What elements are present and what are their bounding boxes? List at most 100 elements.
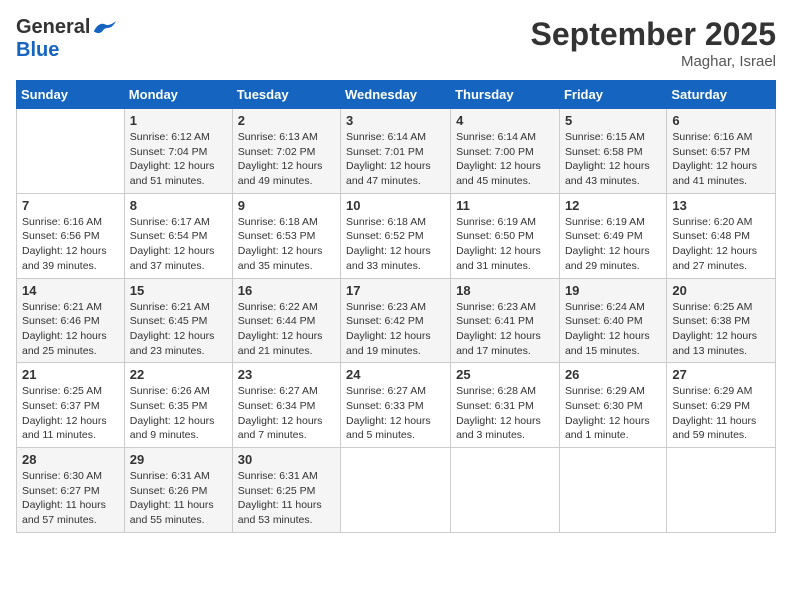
day-info: Sunrise: 6:16 AM Sunset: 6:56 PM Dayligh… [22,215,119,274]
day-info: Sunrise: 6:21 AM Sunset: 6:46 PM Dayligh… [22,300,119,359]
day-info: Sunrise: 6:30 AM Sunset: 6:27 PM Dayligh… [22,469,119,528]
day-number: 2 [238,113,335,128]
day-number: 24 [346,367,445,382]
day-number: 3 [346,113,445,128]
day-cell: 12 Sunrise: 6:19 AM Sunset: 6:49 PM Dayli… [559,193,666,278]
day-info: Sunrise: 6:18 AM Sunset: 6:53 PM Dayligh… [238,215,335,274]
day-info: Sunrise: 6:25 AM Sunset: 6:38 PM Dayligh… [672,300,770,359]
day-cell: 4 Sunrise: 6:14 AM Sunset: 7:00 PM Daylig… [451,109,560,194]
location: Maghar, Israel [531,53,776,70]
day-number: 5 [565,113,661,128]
day-number: 13 [672,198,770,213]
day-number: 12 [565,198,661,213]
day-info: Sunrise: 6:29 AM Sunset: 6:29 PM Dayligh… [672,384,770,443]
day-cell [341,448,451,533]
logo-blue-text: Blue [16,39,59,62]
day-number: 15 [130,283,227,298]
day-cell: 28 Sunrise: 6:30 AM Sunset: 6:27 PM Dayli… [17,448,125,533]
day-cell: 14 Sunrise: 6:21 AM Sunset: 6:46 PM Dayli… [17,278,125,363]
day-info: Sunrise: 6:24 AM Sunset: 6:40 PM Dayligh… [565,300,661,359]
day-info: Sunrise: 6:28 AM Sunset: 6:31 PM Dayligh… [456,384,554,443]
day-info: Sunrise: 6:27 AM Sunset: 6:33 PM Dayligh… [346,384,445,443]
day-info: Sunrise: 6:20 AM Sunset: 6:48 PM Dayligh… [672,215,770,274]
week-row-4: 21 Sunrise: 6:25 AM Sunset: 6:37 PM Dayli… [17,363,776,448]
day-cell: 23 Sunrise: 6:27 AM Sunset: 6:34 PM Dayli… [232,363,340,448]
day-number: 28 [22,452,119,467]
day-number: 17 [346,283,445,298]
day-info: Sunrise: 6:14 AM Sunset: 7:00 PM Dayligh… [456,130,554,189]
day-number: 23 [238,367,335,382]
day-info: Sunrise: 6:22 AM Sunset: 6:44 PM Dayligh… [238,300,335,359]
calendar-table: SundayMondayTuesdayWednesdayThursdayFrid… [16,80,776,533]
day-info: Sunrise: 6:18 AM Sunset: 6:52 PM Dayligh… [346,215,445,274]
day-info: Sunrise: 6:23 AM Sunset: 6:41 PM Dayligh… [456,300,554,359]
logo: General Blue [16,16,116,62]
day-info: Sunrise: 6:25 AM Sunset: 6:37 PM Dayligh… [22,384,119,443]
day-cell: 6Sunrise: 6:16 AM Sunset: 6:57 PM Daylig… [667,109,776,194]
day-cell: 5 Sunrise: 6:15 AM Sunset: 6:58 PM Daylig… [559,109,666,194]
day-number: 8 [130,198,227,213]
week-row-1: 1 Sunrise: 6:12 AM Sunset: 7:04 PM Daylig… [17,109,776,194]
day-number: 14 [22,283,119,298]
day-number: 21 [22,367,119,382]
day-info: Sunrise: 6:27 AM Sunset: 6:34 PM Dayligh… [238,384,335,443]
day-number: 25 [456,367,554,382]
day-number: 16 [238,283,335,298]
day-number: 22 [130,367,227,382]
col-header-monday: Monday [124,81,232,109]
day-cell: 13 Sunrise: 6:20 AM Sunset: 6:48 PM Dayli… [667,193,776,278]
day-cell: 29 Sunrise: 6:31 AM Sunset: 6:26 PM Dayli… [124,448,232,533]
day-number: 1 [130,113,227,128]
day-cell: 26Sunrise: 6:29 AM Sunset: 6:30 PM Dayli… [559,363,666,448]
col-header-wednesday: Wednesday [341,81,451,109]
title-area: September 2025 Maghar, Israel [531,16,776,70]
week-row-2: 7 Sunrise: 6:16 AM Sunset: 6:56 PM Daylig… [17,193,776,278]
day-cell: 1 Sunrise: 6:12 AM Sunset: 7:04 PM Daylig… [124,109,232,194]
logo-bird-icon [92,19,116,37]
day-number: 30 [238,452,335,467]
col-header-tuesday: Tuesday [232,81,340,109]
day-cell: 10Sunrise: 6:18 AM Sunset: 6:52 PM Dayli… [341,193,451,278]
day-number: 20 [672,283,770,298]
day-cell: 11 Sunrise: 6:19 AM Sunset: 6:50 PM Dayli… [451,193,560,278]
col-header-sunday: Sunday [17,81,125,109]
day-info: Sunrise: 6:23 AM Sunset: 6:42 PM Dayligh… [346,300,445,359]
day-info: Sunrise: 6:16 AM Sunset: 6:57 PM Dayligh… [672,130,770,189]
day-cell [17,109,125,194]
day-cell: 21 Sunrise: 6:25 AM Sunset: 6:37 PM Dayli… [17,363,125,448]
day-number: 29 [130,452,227,467]
day-cell [559,448,666,533]
day-cell: 20 Sunrise: 6:25 AM Sunset: 6:38 PM Dayli… [667,278,776,363]
day-info: Sunrise: 6:15 AM Sunset: 6:58 PM Dayligh… [565,130,661,189]
day-number: 27 [672,367,770,382]
day-number: 11 [456,198,554,213]
day-info: Sunrise: 6:29 AM Sunset: 6:30 PM Dayligh… [565,384,661,443]
day-cell [451,448,560,533]
day-info: Sunrise: 6:12 AM Sunset: 7:04 PM Dayligh… [130,130,227,189]
day-number: 7 [22,198,119,213]
day-cell: 8 Sunrise: 6:17 AM Sunset: 6:54 PM Daylig… [124,193,232,278]
day-info: Sunrise: 6:13 AM Sunset: 7:02 PM Dayligh… [238,130,335,189]
day-cell: 18Sunrise: 6:23 AM Sunset: 6:41 PM Dayli… [451,278,560,363]
day-cell: 16 Sunrise: 6:22 AM Sunset: 6:44 PM Dayli… [232,278,340,363]
day-info: Sunrise: 6:19 AM Sunset: 6:49 PM Dayligh… [565,215,661,274]
day-cell: 15Sunrise: 6:21 AM Sunset: 6:45 PM Dayli… [124,278,232,363]
day-cell: 22Sunrise: 6:26 AM Sunset: 6:35 PM Dayli… [124,363,232,448]
day-cell: 19Sunrise: 6:24 AM Sunset: 6:40 PM Dayli… [559,278,666,363]
week-row-3: 14 Sunrise: 6:21 AM Sunset: 6:46 PM Dayli… [17,278,776,363]
day-cell [667,448,776,533]
day-info: Sunrise: 6:14 AM Sunset: 7:01 PM Dayligh… [346,130,445,189]
day-info: Sunrise: 6:31 AM Sunset: 6:25 PM Dayligh… [238,469,335,528]
day-cell: 7 Sunrise: 6:16 AM Sunset: 6:56 PM Daylig… [17,193,125,278]
day-info: Sunrise: 6:17 AM Sunset: 6:54 PM Dayligh… [130,215,227,274]
day-cell: 2 Sunrise: 6:13 AM Sunset: 7:02 PM Daylig… [232,109,340,194]
day-cell: 27 Sunrise: 6:29 AM Sunset: 6:29 PM Dayli… [667,363,776,448]
col-header-thursday: Thursday [451,81,560,109]
header: General Blue September 2025 Maghar, Isra… [16,16,776,70]
col-header-saturday: Saturday [667,81,776,109]
day-number: 4 [456,113,554,128]
day-info: Sunrise: 6:19 AM Sunset: 6:50 PM Dayligh… [456,215,554,274]
header-row: SundayMondayTuesdayWednesdayThursdayFrid… [17,81,776,109]
day-info: Sunrise: 6:31 AM Sunset: 6:26 PM Dayligh… [130,469,227,528]
day-cell: 17 Sunrise: 6:23 AM Sunset: 6:42 PM Dayli… [341,278,451,363]
